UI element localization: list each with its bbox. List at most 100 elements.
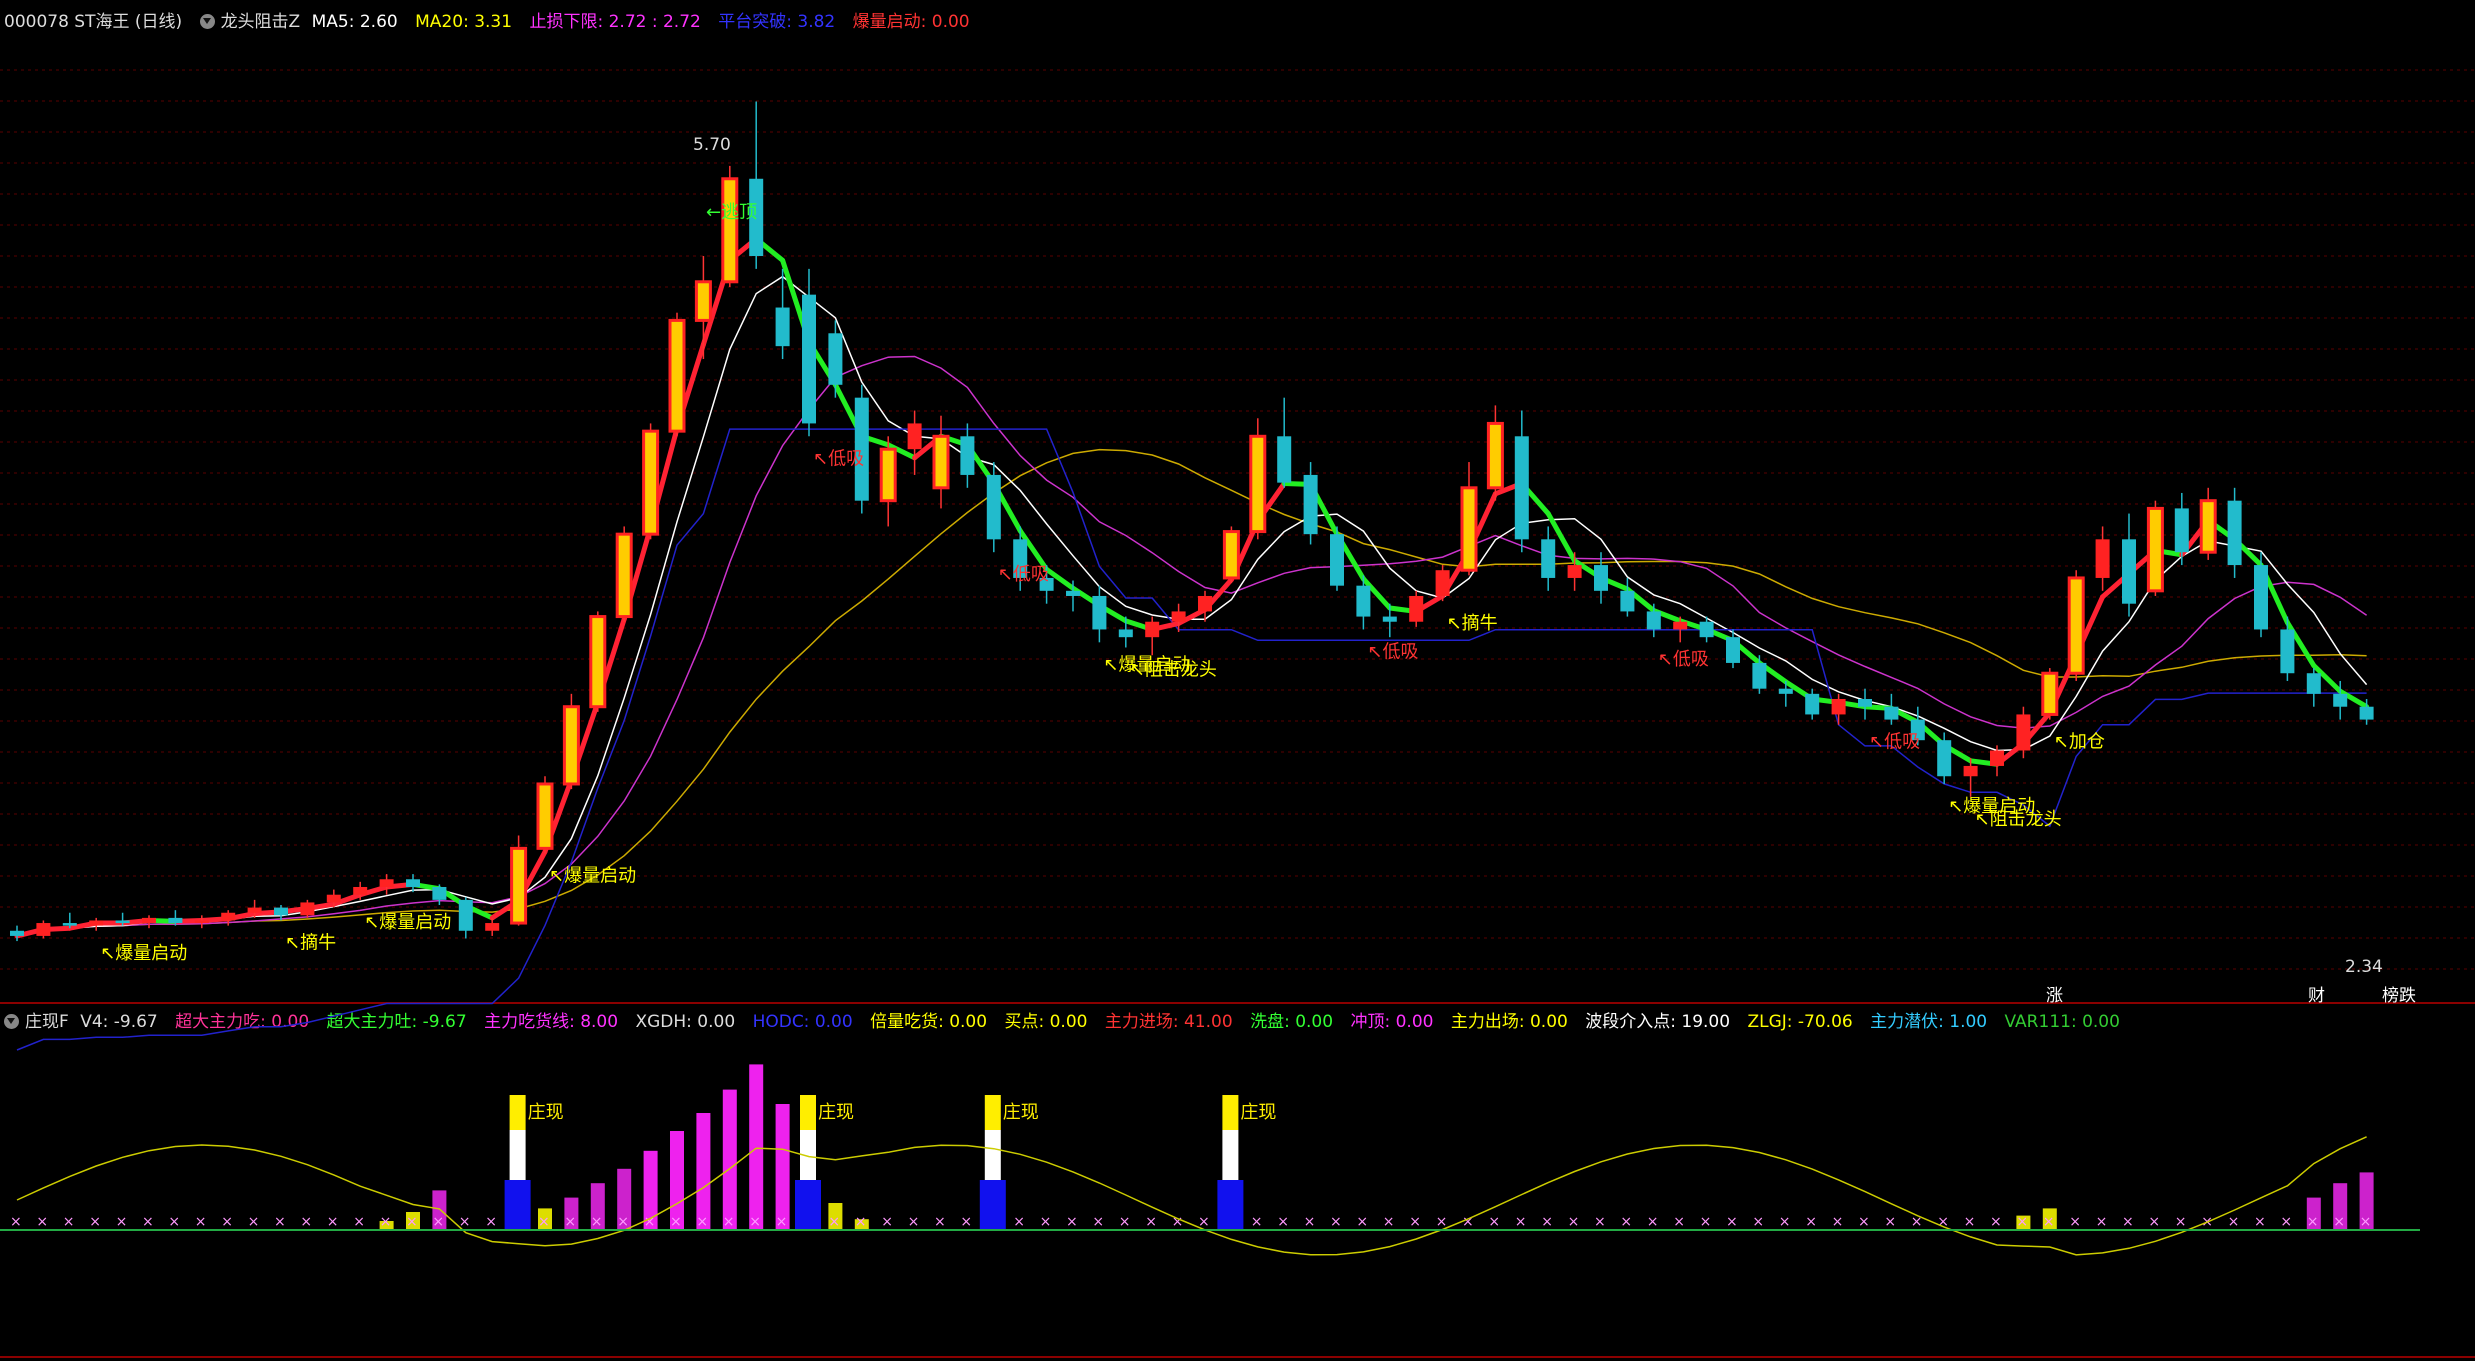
x-marker: × xyxy=(960,1214,972,1230)
candle-body xyxy=(1567,565,1582,578)
x-marker: × xyxy=(2360,1214,2372,1230)
candle-body xyxy=(1752,662,1767,689)
x-marker: × xyxy=(1145,1214,1157,1230)
candle-body xyxy=(1382,616,1397,622)
candle-body xyxy=(300,902,315,916)
signal-label: ↖摘牛 xyxy=(1447,613,1498,634)
candle-body xyxy=(879,447,897,503)
zhuang-label: 庄现 xyxy=(1240,1102,1276,1123)
x-marker: × xyxy=(1356,1214,1368,1230)
candle-body xyxy=(1486,421,1504,490)
candle-body xyxy=(2306,673,2321,694)
x-marker: × xyxy=(406,1214,418,1230)
x-marker: × xyxy=(1832,1214,1844,1230)
candle-body xyxy=(615,532,633,619)
candle-body xyxy=(2199,499,2217,554)
candle-body xyxy=(1673,621,1688,630)
candle-body xyxy=(1066,590,1080,596)
signal-label: ↖低吸 xyxy=(998,564,1049,585)
sub-bar xyxy=(749,1064,764,1230)
ma20-line xyxy=(16,448,2367,937)
x-marker: × xyxy=(2307,1214,2319,1230)
x-marker: × xyxy=(274,1214,286,1230)
candle-body xyxy=(510,846,528,925)
signal-label: ↖阻击龙头 xyxy=(1130,659,1217,680)
zhuang-blue xyxy=(979,1180,1006,1230)
x-marker: × xyxy=(380,1214,392,1230)
candle-body xyxy=(1963,765,1978,777)
x-marker: × xyxy=(168,1214,180,1230)
zhuang-blue xyxy=(504,1180,531,1230)
x-marker: × xyxy=(1462,1214,1474,1230)
x-marker: × xyxy=(2228,1214,2240,1230)
zhuang-blue xyxy=(1217,1180,1244,1230)
zhuang-blue xyxy=(795,1180,821,1230)
candle-body xyxy=(1356,585,1371,617)
x-marker: × xyxy=(2122,1214,2134,1230)
zhuang-white xyxy=(1222,1130,1239,1180)
x-marker: × xyxy=(2175,1214,2187,1230)
candle-body xyxy=(1514,436,1529,540)
x-marker: × xyxy=(1647,1214,1659,1230)
signal-label: ↖摘牛 xyxy=(285,932,336,953)
escape-top-label: ←逃顶 xyxy=(706,202,757,223)
x-marker: × xyxy=(617,1214,629,1230)
candle-body xyxy=(802,294,816,424)
x-marker: × xyxy=(1383,1214,1395,1230)
candle-body xyxy=(1646,611,1661,630)
x-marker: × xyxy=(1541,1214,1553,1230)
candle-body xyxy=(1460,486,1478,572)
candle-body xyxy=(2333,693,2348,707)
candle-body xyxy=(168,917,183,924)
zhuang-yellow xyxy=(800,1095,816,1130)
sub-bar xyxy=(722,1089,737,1230)
x-marker: × xyxy=(142,1214,154,1230)
high-price-label: 5.70 xyxy=(693,135,731,155)
candle-body xyxy=(1594,565,1608,591)
x-marker: × xyxy=(1251,1214,1263,1230)
candle-body xyxy=(10,930,24,936)
candle-body xyxy=(1171,611,1186,622)
rank-badge[interactable]: 榜跌 xyxy=(2382,986,2416,1006)
zhang-badge[interactable]: 涨 xyxy=(2046,986,2063,1006)
candle-body xyxy=(458,899,473,931)
x-marker: × xyxy=(1990,1214,2002,1230)
candle-body xyxy=(1831,698,1846,715)
candle-body xyxy=(89,920,104,926)
x-marker: × xyxy=(1277,1214,1289,1230)
x-marker: × xyxy=(670,1214,682,1230)
x-marker: × xyxy=(934,1214,946,1230)
x-marker: × xyxy=(1964,1214,1976,1230)
candle-body xyxy=(1435,570,1450,596)
x-marker: × xyxy=(1330,1214,1342,1230)
ma5-line xyxy=(16,275,2368,937)
x-marker: × xyxy=(63,1214,75,1230)
candle-body xyxy=(721,177,739,284)
x-marker: × xyxy=(881,1214,893,1230)
x-marker: × xyxy=(1304,1214,1316,1230)
candle-body xyxy=(2122,539,2136,604)
zhuang-label: 庄现 xyxy=(528,1102,564,1123)
candle-body xyxy=(221,912,236,921)
x-marker: × xyxy=(1594,1214,1606,1230)
cai-badge[interactable]: 财 xyxy=(2308,986,2325,1006)
candle-body xyxy=(1409,595,1424,622)
oscillator-line xyxy=(16,1136,2367,1256)
candle-body xyxy=(1145,621,1160,638)
sub-indicator-bars: × × × × × × × × × × × × × × × × × × × × × × × × × × × × × × × × × × × × × × × ×… xyxy=(0,1064,2420,1256)
candle-body xyxy=(1699,621,1714,638)
x-marker: × xyxy=(2254,1214,2266,1230)
signal-label: ↖低吸 xyxy=(1367,641,1418,662)
x-marker: × xyxy=(1884,1214,1896,1230)
x-marker: × xyxy=(1488,1214,1500,1230)
candle-body xyxy=(1303,474,1318,535)
candle-body xyxy=(1118,629,1133,638)
candle-body xyxy=(274,907,288,916)
x-marker: × xyxy=(723,1214,735,1230)
candle-body xyxy=(1277,436,1292,483)
kline-chart[interactable]: ↖爆量启动 ↖摘牛↖爆量启动↖爆量启动↖低吸↖低吸↖爆量启动↖阻击龙头↖低吸↖摘牛… xyxy=(0,0,2475,1361)
x-marker: × xyxy=(538,1214,550,1230)
zhuang-label: 庄现 xyxy=(818,1102,854,1123)
x-marker: × xyxy=(485,1214,497,1230)
candle-body xyxy=(2095,539,2110,578)
